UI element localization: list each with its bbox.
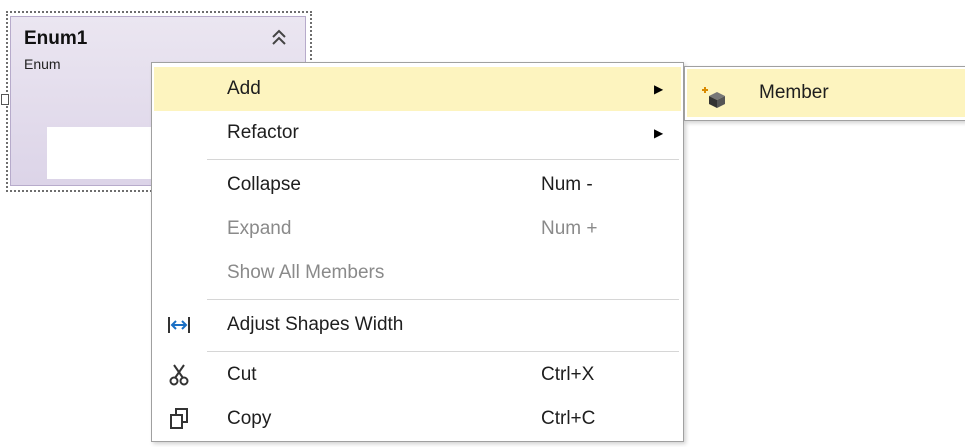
- menu-item-label: Add: [227, 78, 261, 99]
- collapse-chevron-icon[interactable]: [266, 28, 292, 50]
- menu-item-copy[interactable]: Copy Ctrl+C: [154, 397, 681, 441]
- shape-title[interactable]: Enum1: [24, 28, 87, 50]
- menu-item-label: Collapse: [227, 174, 301, 195]
- menu-item-label: Refactor: [227, 122, 299, 143]
- menu-item-shortcut: Ctrl+C: [541, 408, 596, 429]
- submenu-arrow-icon: ▶: [654, 126, 664, 140]
- menu-separator: [207, 351, 679, 352]
- menu-item-expand[interactable]: Expand Num +: [154, 207, 681, 251]
- submenu-item-label: Member: [759, 82, 829, 103]
- menu-item-shortcut: Num +: [541, 218, 598, 239]
- menu-item-show-all-members[interactable]: Show All Members: [154, 251, 681, 295]
- scissors-icon: [164, 353, 194, 403]
- menu-separator: [207, 299, 679, 300]
- menu-item-label: Adjust Shapes Width: [227, 314, 404, 335]
- add-submenu: Member: [684, 66, 965, 121]
- menu-item-label: Copy: [227, 408, 272, 429]
- copy-icon: [164, 397, 194, 447]
- menu-separator: [207, 159, 679, 160]
- menu-item-refactor[interactable]: Refactor ▶: [154, 111, 681, 155]
- context-menu: Add ▶ Refactor ▶ Collapse Num - Expand N…: [151, 62, 684, 442]
- menu-item-shortcut: Num -: [541, 174, 593, 195]
- menu-item-shortcut: Ctrl+X: [541, 364, 595, 385]
- menu-item-add[interactable]: Add ▶: [154, 67, 681, 111]
- shape-subtitle: Enum: [24, 56, 61, 72]
- menu-item-label: Show All Members: [227, 262, 385, 283]
- submenu-item-member[interactable]: Member: [687, 69, 965, 117]
- submenu-arrow-icon: ▶: [654, 82, 664, 96]
- menu-item-adjust-shapes-width[interactable]: Adjust Shapes Width: [154, 303, 681, 347]
- resize-handle[interactable]: [1, 94, 9, 105]
- menu-item-collapse[interactable]: Collapse Num -: [154, 163, 681, 207]
- menu-item-cut[interactable]: Cut Ctrl+X: [154, 353, 681, 397]
- menu-item-label: Cut: [227, 364, 257, 385]
- add-member-icon: [701, 81, 727, 108]
- adjust-width-icon: [164, 303, 194, 352]
- menu-item-label: Expand: [227, 218, 292, 239]
- double-chevron-up-icon: [272, 29, 286, 45]
